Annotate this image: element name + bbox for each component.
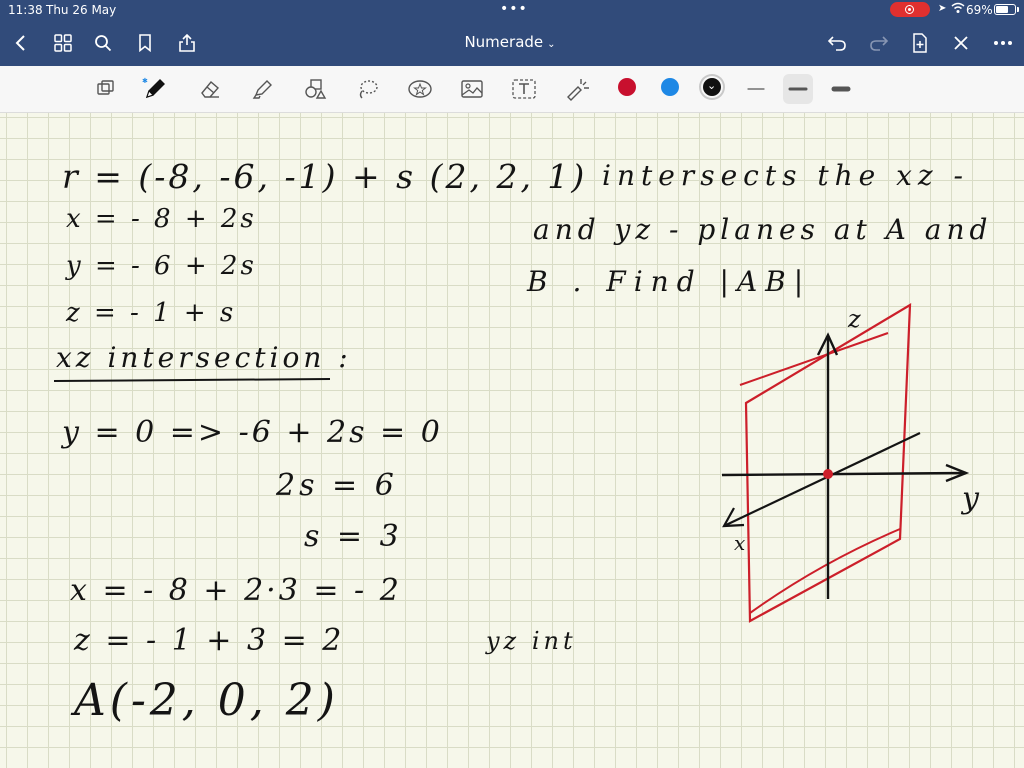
status-bar: 11:38 Thu 26 May ••• ➤ 69% [0, 0, 1024, 20]
grid-icon[interactable] [48, 28, 78, 58]
undo-icon[interactable] [822, 28, 852, 58]
close-icon[interactable] [946, 28, 976, 58]
x-axis [725, 432, 921, 526]
stroke-thick[interactable] [826, 74, 856, 104]
record-icon [905, 5, 914, 14]
lasso-icon[interactable] [353, 74, 383, 104]
line-equation: r = (-8, -6, -1) + s (2, 2, 1) [62, 157, 588, 196]
bookmark-icon[interactable] [130, 28, 160, 58]
plane-sketch [721, 303, 970, 623]
wifi-icon [951, 2, 965, 17]
lasso-select-icon[interactable] [90, 74, 120, 104]
z-equation: z = - 1 + s [66, 298, 237, 328]
z-axis-label: z [848, 305, 861, 333]
xz-heading: xz intersection : [56, 341, 352, 374]
more-icon[interactable] [988, 28, 1018, 58]
image-icon[interactable] [457, 74, 487, 104]
s-value: s = 3 [304, 519, 403, 554]
search-icon[interactable] [88, 28, 118, 58]
plane-top-line [739, 332, 889, 386]
point-a: A(-2, 0, 2) [74, 675, 339, 726]
battery-icon [994, 4, 1016, 15]
problem-text-3: B . Find |AB| [527, 265, 812, 298]
add-page-icon[interactable] [905, 28, 935, 58]
drawing-toolbar: ✱ [0, 66, 1024, 113]
document-title[interactable]: Numerade ⌄ [440, 33, 580, 51]
x-equation: x = - 8 + 2s [66, 204, 257, 234]
stroke-thin[interactable] [741, 74, 771, 104]
multitasking-dots-icon[interactable]: ••• [500, 1, 528, 17]
screen-recording-indicator[interactable] [890, 2, 930, 17]
battery-tip [1017, 7, 1019, 12]
location-icon: ➤ [938, 3, 947, 14]
plane-lower-line [749, 528, 901, 614]
status-time: 11:38 [8, 3, 43, 17]
y-zero-step: y = 0 => -6 + 2s = 0 [62, 415, 443, 450]
y-axis [721, 471, 967, 477]
sticker-icon[interactable] [405, 74, 435, 104]
yz-intersection-partial: yz int [486, 627, 577, 655]
black-swatch[interactable]: ⌄ [703, 78, 721, 96]
battery-percentage: 69% [966, 3, 993, 17]
red-swatch[interactable] [618, 78, 636, 96]
status-date: Thu 26 May [46, 3, 117, 17]
heading-underline [53, 378, 331, 382]
x-value: x = - 8 + 2·3 = - 2 [70, 573, 402, 608]
eraser-icon[interactable] [195, 74, 225, 104]
back-chevron-icon[interactable] [6, 28, 36, 58]
y-equation: y = - 6 + 2s [66, 251, 257, 281]
two-s-step: 2s = 6 [276, 468, 398, 503]
notebook-canvas[interactable]: r = (-8, -6, -1) + s (2, 2, 1) intersect… [0, 113, 1024, 768]
share-icon[interactable] [172, 28, 202, 58]
navigation-bar: Numerade ⌄ [0, 20, 1024, 66]
shapes-icon[interactable] [300, 74, 330, 104]
selected-chevron-icon: ⌄ [707, 79, 717, 92]
pen-icon[interactable]: ✱ [140, 74, 170, 104]
z-value: z = - 1 + 3 = 2 [74, 623, 345, 658]
redo-icon[interactable] [864, 28, 894, 58]
origin-point [823, 469, 833, 479]
blue-swatch[interactable] [661, 78, 679, 96]
svg-text:✱: ✱ [142, 77, 148, 85]
x-axis-label: x [734, 531, 746, 555]
text-icon[interactable] [509, 74, 539, 104]
problem-text-2: and yz - planes at A and [533, 213, 993, 246]
stroke-medium[interactable] [783, 74, 813, 104]
laser-pointer-icon[interactable] [561, 74, 591, 104]
battery-fill [996, 6, 1008, 13]
y-axis-label: y [962, 481, 979, 516]
problem-text-1: intersects the xz - [602, 159, 969, 192]
highlighter-icon[interactable] [247, 74, 277, 104]
chevron-down-icon: ⌄ [547, 39, 556, 50]
document-title-text: Numerade [464, 33, 544, 51]
